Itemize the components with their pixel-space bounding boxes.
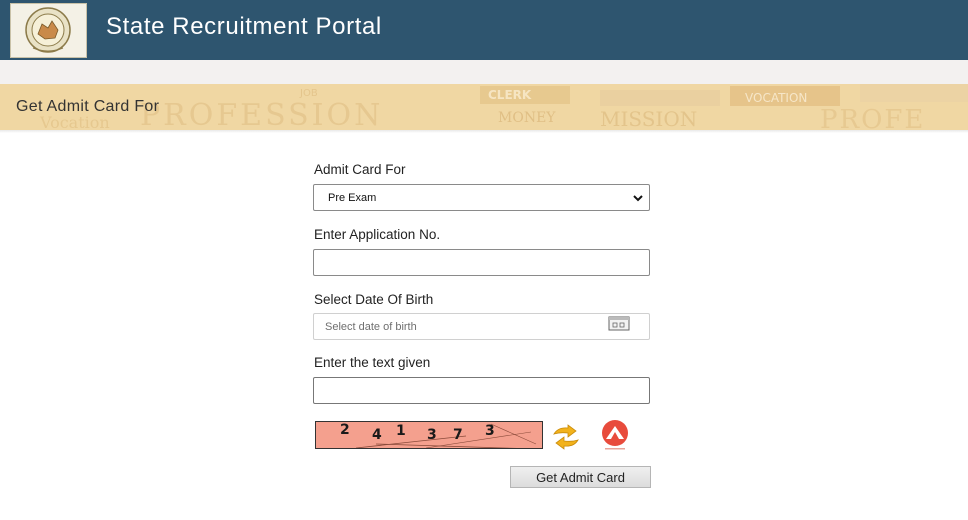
application-no-input[interactable] bbox=[313, 249, 650, 276]
captcha-input[interactable] bbox=[313, 377, 650, 404]
banner-shadow bbox=[0, 130, 968, 133]
captcha-digit: 3 bbox=[427, 427, 437, 443]
svg-text:CLERK: CLERK bbox=[488, 88, 532, 102]
svg-text:PROFE: PROFE bbox=[820, 105, 925, 130]
sub-header-bar bbox=[0, 60, 968, 84]
captcha-digit: 4 bbox=[372, 427, 382, 443]
svg-text:PROFESSION: PROFESSION bbox=[140, 98, 383, 130]
captcha-digit: 3 bbox=[485, 423, 495, 439]
svg-text:JOB: JOB bbox=[299, 88, 318, 99]
captcha-digit: 2 bbox=[340, 422, 350, 438]
dob-input[interactable]: Select date of birth bbox=[313, 313, 650, 340]
admit-card-for-select[interactable]: Pre Exam bbox=[313, 184, 650, 211]
svg-text:MISSION: MISSION bbox=[600, 107, 697, 130]
get-admit-card-button[interactable]: Get Admit Card bbox=[510, 466, 651, 488]
svg-text:MONEY: MONEY bbox=[498, 110, 556, 126]
audio-captcha-icon[interactable] bbox=[597, 419, 633, 451]
calendar-icon[interactable] bbox=[608, 315, 630, 331]
captcha-digit: 7 bbox=[453, 427, 463, 443]
portal-logo[interactable] bbox=[10, 3, 87, 58]
dob-label: Select Date Of Birth bbox=[314, 292, 434, 307]
captcha-image: 2 4 1 3 7 3 bbox=[315, 421, 543, 449]
emblem-icon bbox=[25, 7, 71, 53]
admit-card-for-selected: Pre Exam bbox=[328, 191, 377, 204]
chevron-down-icon bbox=[633, 195, 643, 202]
dob-placeholder: Select date of birth bbox=[325, 320, 417, 333]
svg-text:VOCATION: VOCATION bbox=[745, 91, 807, 105]
captcha-digit: 1 bbox=[396, 423, 406, 439]
refresh-arrows-icon[interactable] bbox=[550, 424, 582, 450]
application-no-label: Enter Application No. bbox=[314, 227, 441, 242]
page-heading: Get Admit Card For bbox=[16, 98, 160, 115]
captcha-input-label: Enter the text given bbox=[314, 355, 431, 370]
admit-card-for-label: Admit Card For bbox=[314, 162, 406, 177]
page-banner: PROFESSION CLERK MONEY MISSION VOCATION … bbox=[0, 84, 968, 132]
portal-title: State Recruitment Portal bbox=[106, 13, 382, 40]
top-header: State Recruitment Portal bbox=[0, 0, 968, 60]
